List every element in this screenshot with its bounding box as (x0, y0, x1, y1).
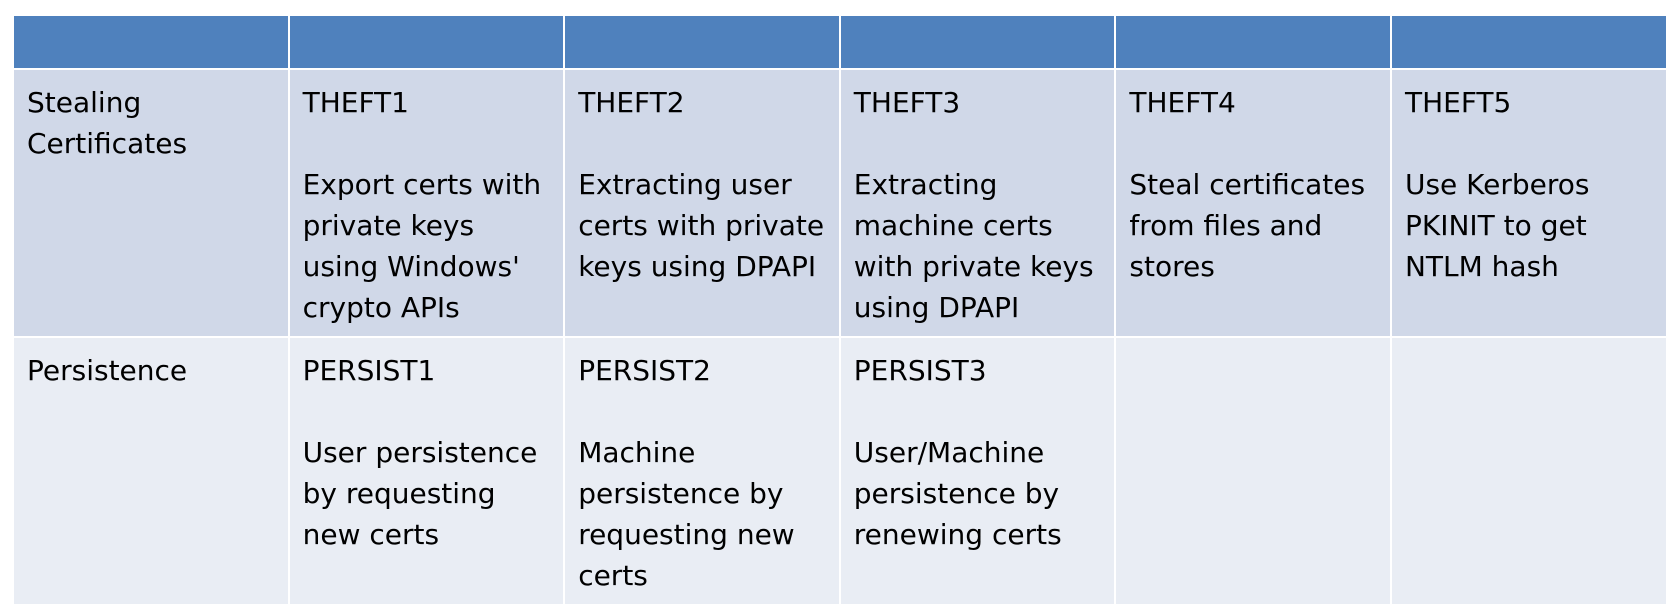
table-row-persistence: Persistence PERSIST1 User persistence by… (12, 336, 1668, 606)
category-label: Stealing Certificates (27, 86, 188, 160)
technique-cell: PERSIST1 User persistence by requesting … (287, 336, 566, 606)
technique-cell: THEFT4 Steal certificates from files and… (1114, 68, 1392, 338)
header-cell (838, 14, 1117, 70)
technique-cell: THEFT2 Extracting user certs with privat… (563, 68, 841, 338)
technique-cell-empty (1389, 336, 1668, 606)
technique-description: User persistence by requesting new certs (302, 436, 538, 551)
header-row (12, 14, 1668, 70)
technique-description: User/Machine persistence by renewing cer… (853, 436, 1062, 551)
technique-cell-empty (1114, 336, 1392, 606)
header-cell (1389, 14, 1668, 70)
technique-cell: PERSIST3 User/Machine persistence by ren… (838, 336, 1117, 606)
technique-description: Export certs with private keys using Win… (302, 168, 542, 324)
technique-code: THEFT4 (1129, 86, 1236, 119)
technique-description: Steal certificates from files and stores (1129, 168, 1366, 283)
technique-code: PERSIST3 (853, 354, 987, 387)
header-cell (12, 14, 290, 70)
technique-code: THEFT1 (302, 86, 409, 119)
technique-code: THEFT5 (1404, 86, 1512, 119)
row-category: Stealing Certificates (12, 68, 290, 338)
technique-description: Extracting machine certs with private ke… (853, 168, 1094, 324)
header-cell (1114, 14, 1392, 70)
technique-description: Use Kerberos PKINIT to get NTLM hash (1404, 168, 1590, 283)
technique-cell: THEFT1 Export certs with private keys us… (287, 68, 566, 338)
technique-cell: THEFT5 Use Kerberos PKINIT to get NTLM h… (1389, 68, 1668, 338)
technique-cell: PERSIST2 Machine persistence by requesti… (563, 336, 841, 606)
technique-code: THEFT2 (578, 86, 685, 119)
technique-code: THEFT3 (853, 86, 961, 119)
category-label: Persistence (27, 354, 188, 387)
technique-code: PERSIST2 (578, 354, 711, 387)
table-row-stealing-certificates: Stealing Certificates THEFT1 Export cert… (12, 68, 1668, 338)
row-category: Persistence (12, 336, 290, 606)
header-cell (563, 14, 841, 70)
technique-description: Extracting user certs with private keys … (578, 168, 825, 283)
techniques-table: Stealing Certificates THEFT1 Export cert… (12, 14, 1668, 606)
header-cell (287, 14, 566, 70)
technique-description: Machine persistence by requesting new ce… (578, 436, 795, 592)
technique-code: PERSIST1 (302, 354, 436, 387)
technique-cell: THEFT3 Extracting machine certs with pri… (838, 68, 1117, 338)
